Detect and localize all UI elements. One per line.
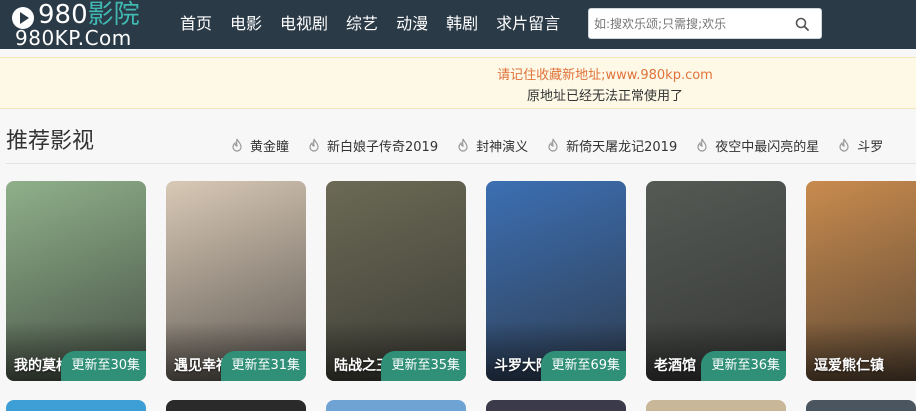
hot-item-label: 黄金瞳	[250, 140, 290, 155]
video-card-next-row[interactable]	[326, 400, 466, 411]
episode-badge: 更新至30集	[61, 351, 146, 381]
notice-old-address: 原地址已经无法正常使用了	[526, 89, 683, 104]
notice-new-address: 请记住收藏新地址;www.980kp.com	[497, 68, 713, 83]
search-box	[588, 8, 822, 39]
nav-item-home[interactable]: 首页	[180, 12, 212, 36]
episode-badge: 更新至35集	[381, 351, 466, 381]
video-card-next-row[interactable]	[6, 400, 146, 411]
hot-item-label: 新倚天屠龙记2019	[566, 140, 678, 155]
nav-item-korean[interactable]: 韩剧	[446, 12, 478, 36]
hot-item-label: 斗罗	[857, 140, 884, 155]
flame-icon	[548, 138, 558, 152]
episode-badge: 更新至31集	[221, 351, 306, 381]
site-logo[interactable]: 980影院 980KP.Com	[10, 0, 160, 50]
section-title: 推荐影视	[6, 129, 95, 154]
hot-item[interactable]: 封神演义	[454, 136, 528, 155]
video-card[interactable]: 我的莫格 更新至30集	[6, 181, 146, 381]
address-notice: 请记住收藏新地址;www.980kp.com 原地址已经无法正常使用了	[0, 57, 916, 109]
nav-item-request[interactable]: 求片留言	[496, 12, 560, 36]
site-header: 980影院 980KP.Com 首页 电影 电视剧 综艺 动漫 韩剧 求片留言	[0, 0, 916, 49]
card-title: 逗爱熊仁镇	[814, 358, 884, 374]
card-title: 老酒馆	[654, 358, 696, 374]
video-card-next-row[interactable]	[166, 400, 306, 411]
search-icon[interactable]	[795, 17, 809, 31]
section-divider	[6, 163, 916, 164]
main-nav: 首页 电影 电视剧 综艺 动漫 韩剧 求片留言	[180, 12, 578, 36]
hot-item-label: 新白娘子传奇2019	[327, 140, 439, 155]
hot-search-list: 黄金瞳 新白娘子传奇2019 封神演义 新倚天屠龙记2019 夜空中最闪亮的星 …	[228, 136, 899, 155]
video-card[interactable]: 陆战之王 更新至35集	[326, 181, 466, 381]
hot-item[interactable]: 新白娘子传奇2019	[305, 136, 438, 155]
logo-bottom-text: 980KP.Com	[15, 26, 132, 50]
flame-icon	[839, 138, 849, 152]
hot-item[interactable]: 斗罗	[835, 136, 883, 155]
video-card[interactable]: 遇见幸福 更新至31集	[166, 181, 306, 381]
search-input[interactable]	[594, 13, 790, 35]
flame-icon	[232, 138, 242, 152]
video-card[interactable]: 老酒馆 更新至36集	[646, 181, 786, 381]
video-card-next-row[interactable]	[646, 400, 786, 411]
nav-item-tv[interactable]: 电视剧	[280, 12, 328, 36]
flame-icon	[697, 138, 707, 152]
video-card[interactable]: 斗罗大陆 更新至69集	[486, 181, 626, 381]
flame-icon	[458, 138, 468, 152]
hot-item[interactable]: 黄金瞳	[228, 136, 289, 155]
nav-item-anime[interactable]: 动漫	[396, 12, 428, 36]
episode-badge: 更新至36集	[701, 351, 786, 381]
hot-item-label: 封神演义	[476, 140, 529, 155]
nav-item-movies[interactable]: 电影	[230, 12, 262, 36]
hot-item-label: 夜空中最闪亮的星	[715, 140, 820, 155]
hot-item[interactable]: 新倚天屠龙记2019	[544, 136, 677, 155]
video-card-next-row[interactable]	[486, 400, 626, 411]
episode-badge: 更新至69集	[541, 351, 626, 381]
flame-icon	[309, 138, 319, 152]
video-card-next-row[interactable]	[806, 400, 916, 411]
hot-item[interactable]: 夜空中最闪亮的星	[693, 136, 819, 155]
video-card[interactable]: 逗爱熊仁镇	[806, 181, 916, 381]
nav-item-variety[interactable]: 综艺	[346, 12, 378, 36]
